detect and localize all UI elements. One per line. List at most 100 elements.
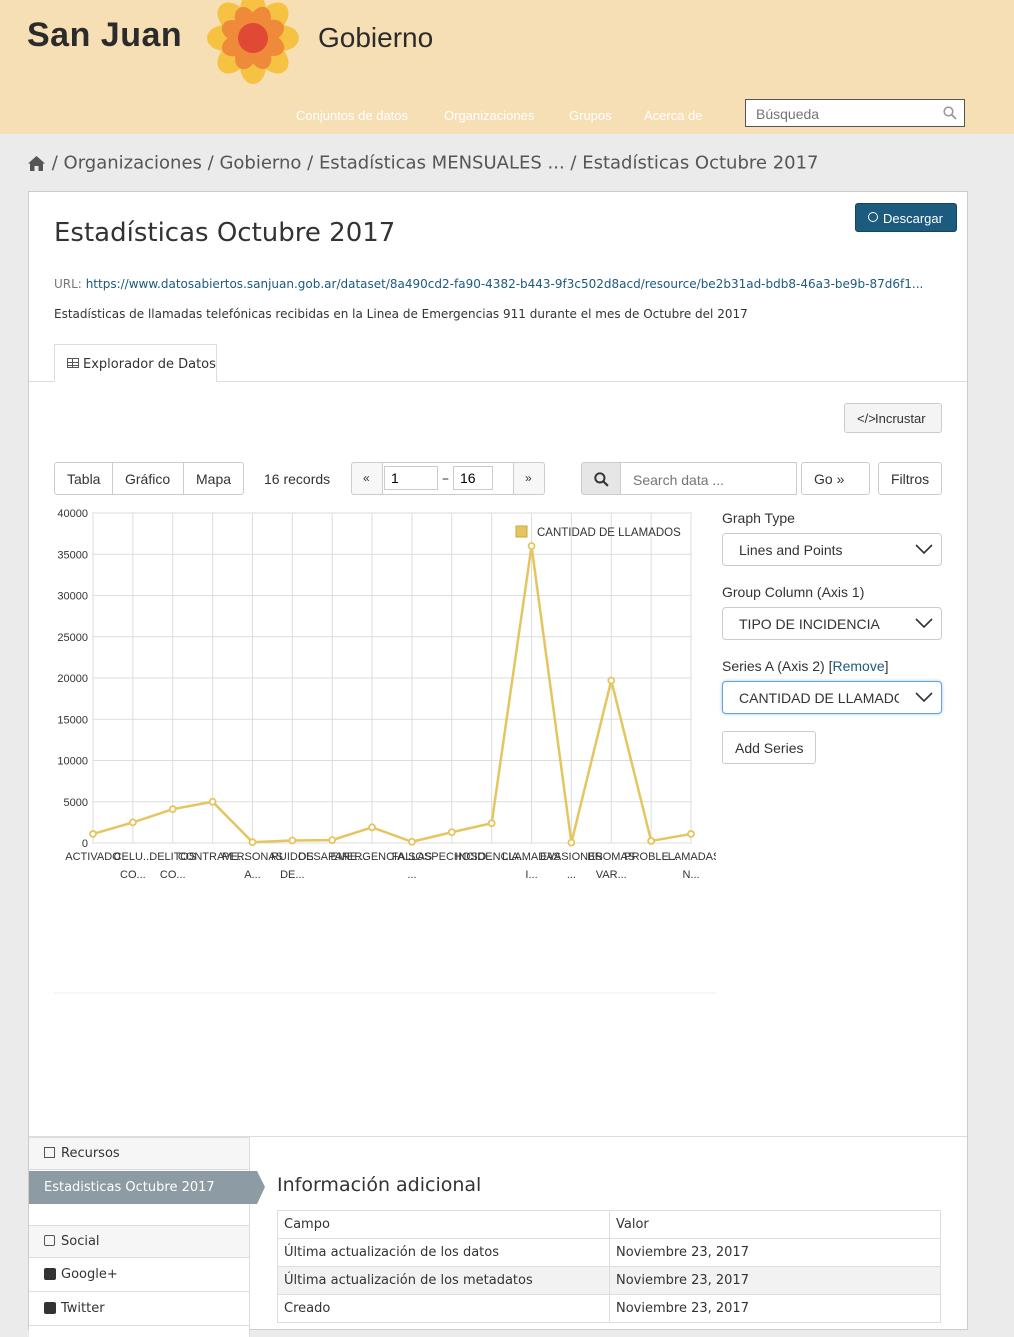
y-tick-label: 25000 bbox=[57, 632, 88, 644]
graph-type-select[interactable]: Lines and Points bbox=[722, 533, 942, 566]
series-a-select[interactable]: CANTIDAD DE LLAMADC bbox=[722, 681, 942, 714]
pager-next-button[interactable]: » bbox=[513, 462, 545, 495]
data-search-input[interactable] bbox=[631, 470, 795, 490]
search-icon[interactable] bbox=[943, 106, 957, 120]
pager-to-input[interactable] bbox=[453, 466, 493, 490]
breadcrumb-gobierno[interactable]: Gobierno bbox=[219, 153, 301, 174]
embed-button[interactable]: </> Incrustar bbox=[844, 403, 942, 433]
x-tick-label: CO... bbox=[120, 869, 146, 881]
tab-data-explorer[interactable]: Explorador de Datos bbox=[54, 344, 217, 382]
data-point bbox=[208, 797, 217, 806]
table-row: Última actualización de los metadatos No… bbox=[277, 1266, 941, 1295]
filters-button[interactable]: Filtros bbox=[878, 462, 942, 495]
resource-url-link[interactable]: https://www.datosabiertos.sanjuan.gob.ar… bbox=[86, 277, 924, 291]
data-point bbox=[248, 838, 257, 847]
data-point bbox=[128, 818, 137, 827]
data-point bbox=[687, 830, 695, 838]
table-cell: Creado bbox=[277, 1294, 610, 1323]
share-icon bbox=[44, 1235, 55, 1246]
table-cell: Noviembre 23, 2017 bbox=[609, 1266, 941, 1295]
download-circle-icon bbox=[868, 212, 878, 222]
resource-panel: Descargar Estadísticas Octubre 2017 URL:… bbox=[28, 191, 968, 1337]
brand-name[interactable]: San Juan bbox=[27, 16, 182, 55]
social-heading: Social bbox=[29, 1225, 249, 1258]
table-cell: Última actualización de los metadatos bbox=[277, 1266, 610, 1295]
view-chart-button[interactable]: Gráfico bbox=[112, 462, 184, 495]
x-tick-label: N... bbox=[682, 869, 699, 881]
breadcrumb-dataset[interactable]: Estadísticas MENSUALES ... bbox=[319, 153, 565, 174]
data-point bbox=[168, 805, 177, 814]
series-a-label: Series A (Axis 2) [Remove] bbox=[722, 658, 889, 674]
data-point bbox=[328, 836, 337, 845]
view-table-button[interactable]: Tabla bbox=[54, 462, 113, 495]
download-button[interactable]: Descargar bbox=[855, 203, 957, 232]
data-point bbox=[607, 676, 616, 685]
y-tick-label: 10000 bbox=[57, 756, 88, 768]
y-tick-label: 20000 bbox=[57, 673, 88, 685]
google-plus-icon bbox=[44, 1268, 56, 1280]
twitter-icon bbox=[44, 1302, 56, 1314]
data-search-button[interactable] bbox=[581, 462, 621, 495]
table-cell: Noviembre 23, 2017 bbox=[609, 1238, 941, 1267]
legend-swatch bbox=[515, 525, 528, 538]
x-tick-label: I... bbox=[525, 869, 537, 881]
table-icon bbox=[67, 358, 79, 368]
y-tick-label: 5000 bbox=[64, 797, 88, 809]
group-column-label: Group Column (Axis 1) bbox=[722, 584, 865, 600]
y-tick-label: 15000 bbox=[57, 714, 88, 726]
x-tick-label: ... bbox=[567, 869, 576, 881]
resource-url: URL: https://www.datosabiertos.sanjuan.g… bbox=[54, 277, 924, 291]
data-point bbox=[567, 838, 576, 847]
x-tick-label: A... bbox=[244, 869, 261, 881]
x-tick-label: CO... bbox=[160, 869, 186, 881]
home-icon[interactable] bbox=[27, 155, 46, 172]
social-twitter[interactable]: Twitter bbox=[29, 1292, 249, 1326]
table-cell: Última actualización de los datos bbox=[277, 1238, 610, 1267]
data-point bbox=[447, 828, 456, 837]
breadcrumb-resource[interactable]: Estadísticas Octubre 2017 bbox=[582, 153, 818, 174]
graph-type-label: Graph Type bbox=[722, 510, 795, 526]
sidebar-item-active-resource[interactable]: Estadisticas Octubre 2017 bbox=[29, 1171, 265, 1204]
sun-flower-logo[interactable] bbox=[198, 0, 308, 90]
code-icon: </> bbox=[857, 411, 876, 426]
nav-about[interactable]: Acerca de bbox=[644, 108, 703, 123]
nav-datasets[interactable]: Conjuntos de datos bbox=[296, 108, 408, 123]
data-point bbox=[408, 837, 416, 846]
x-tick-label: LLAMADAS bbox=[662, 851, 716, 863]
x-tick-label: CELU... bbox=[114, 851, 153, 863]
data-search bbox=[620, 462, 797, 495]
x-tick-label: DE... bbox=[280, 869, 304, 881]
data-point bbox=[288, 836, 297, 845]
nav-organizations[interactable]: Organizaciones bbox=[444, 108, 534, 123]
go-button[interactable]: Go » bbox=[801, 462, 870, 495]
legend-label: CANTIDAD DE LLAMADOS bbox=[537, 527, 681, 539]
site-header: San Juan Gobierno Conjuntos de datos Org… bbox=[0, 0, 1014, 134]
view-map-button[interactable]: Mapa bbox=[183, 462, 244, 495]
additional-info-title: Información adicional bbox=[277, 1174, 482, 1196]
chevron-down-icon bbox=[915, 618, 933, 629]
social-google-plus[interactable]: Google+ bbox=[29, 1258, 249, 1292]
nav-groups[interactable]: Grupos bbox=[569, 108, 612, 123]
search-icon bbox=[594, 472, 609, 487]
remove-series-link[interactable]: Remove bbox=[832, 658, 884, 674]
resource-description: Estadísticas de llamadas telefónicas rec… bbox=[54, 307, 748, 321]
chevron-down-icon bbox=[915, 692, 933, 703]
site-search-input[interactable] bbox=[754, 104, 938, 124]
brand-subtitle: Gobierno bbox=[318, 22, 434, 53]
table-cell: Noviembre 23, 2017 bbox=[609, 1294, 941, 1323]
pager-from-input[interactable] bbox=[384, 466, 438, 490]
line-chart: 0 5000 10000 15000 20000 25000 30000 35000 40000… bbox=[54, 508, 716, 994]
breadcrumb-organizations[interactable]: Organizaciones bbox=[64, 153, 202, 174]
data-point bbox=[487, 819, 496, 828]
x-tick-label: VAR... bbox=[596, 869, 627, 881]
site-search bbox=[745, 99, 965, 127]
data-point bbox=[527, 542, 536, 550]
pager-prev-button[interactable]: « bbox=[351, 462, 383, 495]
group-column-select[interactable]: TIPO DE INCIDENCIA bbox=[722, 607, 942, 640]
y-tick-label: 40000 bbox=[57, 508, 88, 520]
table-header-row: Campo Valor bbox=[277, 1210, 941, 1239]
add-series-button[interactable]: Add Series bbox=[722, 731, 816, 764]
chevron-down-icon bbox=[915, 544, 933, 555]
record-count: 16 records bbox=[264, 471, 331, 487]
table-header-cell: Valor bbox=[609, 1210, 941, 1239]
